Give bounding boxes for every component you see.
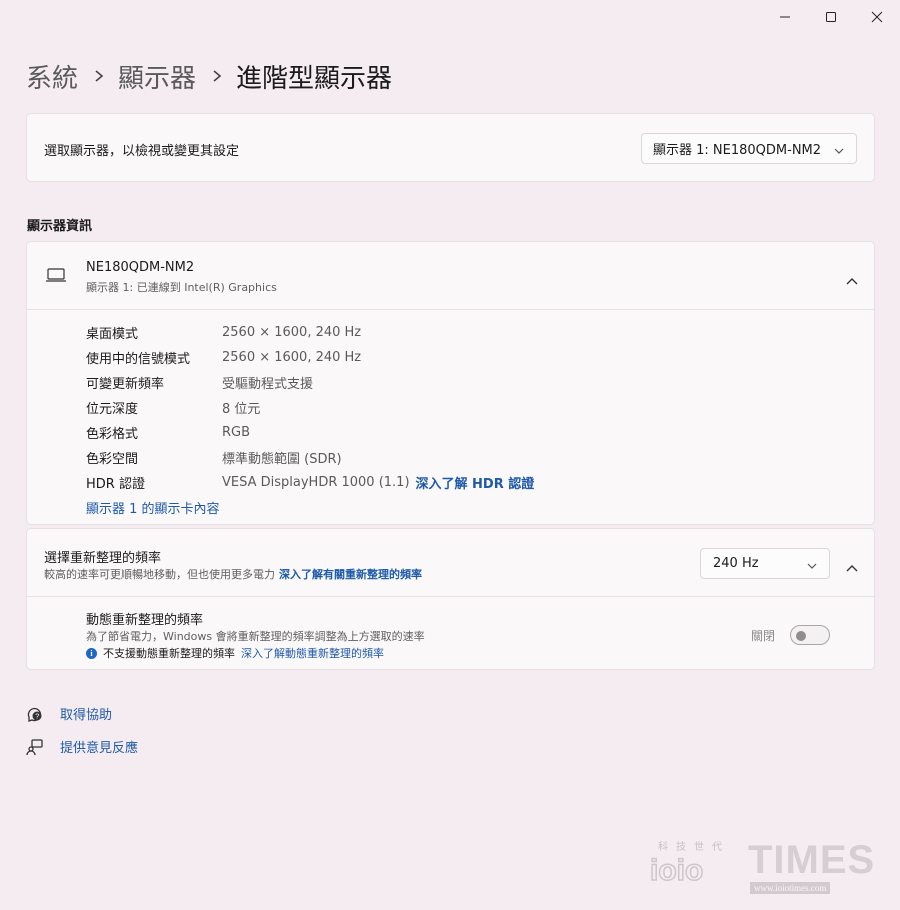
info-row: HDR 認證 VESA DisplayHDR 1000 (1.1) 深入了解 H… bbox=[86, 470, 534, 495]
info-key: 色彩格式 bbox=[86, 427, 139, 442]
info-value: 2560 × 1600, 240 Hz bbox=[222, 350, 362, 365]
info-key: HDR 認證 bbox=[86, 477, 145, 492]
refresh-rate-description-text: 較高的速率可更順暢地移動，但也使用更多電力 bbox=[44, 568, 275, 581]
breadcrumb-system[interactable]: 系統 bbox=[26, 58, 78, 95]
display-info-card: NE180QDM-NM2 顯示器 1: 已連線到 Intel(R) Graphi… bbox=[26, 241, 875, 525]
info-row: 位元深度 8 位元 bbox=[86, 395, 534, 420]
dynamic-refresh-learn-link[interactable]: 深入了解動態重新整理的頻率 bbox=[241, 645, 384, 661]
info-value: 受驅動程式支援 bbox=[222, 377, 314, 392]
minimize-button[interactable] bbox=[762, 0, 808, 34]
info-row: 使用中的信號模式 2560 × 1600, 240 Hz bbox=[86, 345, 534, 370]
refresh-rate-dropdown[interactable]: 240 Hz bbox=[700, 548, 830, 579]
display-info-table: 桌面模式 2560 × 1600, 240 Hz 使用中的信號模式 2560 ×… bbox=[86, 320, 534, 495]
dynamic-refresh-toggle-label: 關閉 bbox=[751, 629, 776, 643]
display-name: NE180QDM-NM2 bbox=[86, 260, 195, 275]
info-icon: i bbox=[86, 647, 97, 659]
refresh-rate-learn-link[interactable]: 深入了解有關重新整理的頻率 bbox=[279, 568, 422, 581]
display-dropdown[interactable]: 顯示器 1: NE180QDM-NM2 bbox=[641, 133, 857, 164]
chevron-right-icon bbox=[94, 69, 104, 83]
info-key: 使用中的信號模式 bbox=[86, 352, 191, 367]
watermark-top-text: 科技世代 bbox=[658, 842, 730, 853]
info-value: 2560 × 1600, 240 Hz bbox=[222, 325, 362, 340]
help-icon: ? bbox=[26, 705, 44, 723]
info-key: 桌面模式 bbox=[86, 327, 139, 342]
maximize-button[interactable] bbox=[808, 0, 854, 34]
display-select-card: 選取顯示器，以檢視或變更其設定 顯示器 1: NE180QDM-NM2 bbox=[26, 113, 875, 182]
window-controls bbox=[762, 0, 900, 34]
maximize-icon bbox=[826, 12, 836, 22]
section-title-display-info: 顯示器資訊 bbox=[27, 219, 93, 234]
info-row: 色彩格式 RGB bbox=[86, 420, 534, 445]
dynamic-refresh-note: i 不支援動態重新整理的頻率 深入了解動態重新整理的頻率 bbox=[86, 645, 384, 661]
refresh-rate-title: 選擇重新整理的頻率 bbox=[44, 551, 162, 566]
refresh-rate-header: 選擇重新整理的頻率 較高的速率可更順暢地移動，但也使用更多電力 深入了解有關重新整… bbox=[27, 529, 874, 597]
info-value: RGB bbox=[222, 425, 251, 440]
chevron-up-icon[interactable] bbox=[846, 270, 858, 289]
laptop-icon bbox=[45, 267, 67, 287]
adapter-properties-link[interactable]: 顯示器 1 的顯示卡內容 bbox=[86, 498, 220, 517]
give-feedback-link[interactable]: 提供意見反應 bbox=[26, 737, 138, 756]
chevron-right-icon bbox=[212, 69, 222, 83]
feedback-icon bbox=[26, 738, 44, 756]
svg-text:?: ? bbox=[35, 713, 39, 720]
dynamic-refresh-description: 為了節省電力，Windows 會將重新整理的頻率調整為上方選取的速率 bbox=[86, 630, 425, 643]
close-button[interactable] bbox=[854, 0, 900, 34]
chevron-up-icon[interactable] bbox=[846, 557, 858, 576]
minimize-icon bbox=[780, 16, 790, 18]
info-row: 可變更新頻率 受驅動程式支援 bbox=[86, 370, 534, 395]
get-help-label: 取得協助 bbox=[60, 708, 113, 723]
page-title: 進階型顯示器 bbox=[236, 63, 393, 94]
info-key: 位元深度 bbox=[86, 402, 139, 417]
display-info-header[interactable]: NE180QDM-NM2 顯示器 1: 已連線到 Intel(R) Graphi… bbox=[27, 242, 874, 310]
close-icon bbox=[871, 11, 883, 23]
chevron-down-icon bbox=[807, 559, 817, 574]
toggle-knob bbox=[796, 631, 806, 641]
dynamic-refresh-title: 動態重新整理的頻率 bbox=[86, 613, 204, 628]
hdr-learn-more-link[interactable]: 深入了解 HDR 認證 bbox=[416, 473, 535, 492]
info-value: VESA DisplayHDR 1000 (1.1) bbox=[222, 475, 410, 490]
info-row: 色彩空間 標準動態範圍 (SDR) bbox=[86, 445, 534, 470]
info-value: 標準動態範圍 (SDR) bbox=[222, 452, 342, 467]
chevron-down-icon bbox=[834, 144, 844, 159]
watermark-brand-right: TIMES bbox=[748, 838, 876, 882]
get-help-link[interactable]: ? 取得協助 bbox=[26, 704, 112, 723]
dynamic-refresh-note-text: 不支援動態重新整理的頻率 bbox=[103, 647, 235, 660]
give-feedback-label: 提供意見反應 bbox=[60, 741, 139, 756]
refresh-rate-value: 240 Hz bbox=[713, 556, 759, 571]
display-select-label: 選取顯示器，以檢視或變更其設定 bbox=[44, 144, 240, 159]
refresh-rate-card: 選擇重新整理的頻率 較高的速率可更順暢地移動，但也使用更多電力 深入了解有關重新整… bbox=[26, 528, 875, 670]
refresh-rate-description: 較高的速率可更順暢地移動，但也使用更多電力 深入了解有關重新整理的頻率 bbox=[44, 566, 422, 582]
info-key: 色彩空間 bbox=[86, 452, 139, 467]
info-key: 可變更新頻率 bbox=[86, 377, 165, 392]
watermark-logo: 科技世代 ioio TIMES www.ioiotimes.com bbox=[649, 838, 880, 898]
display-connection: 顯示器 1: 已連線到 Intel(R) Graphics bbox=[86, 281, 277, 294]
watermark-brand-left: ioio bbox=[649, 853, 704, 888]
display-dropdown-value: 顯示器 1: NE180QDM-NM2 bbox=[653, 143, 822, 158]
dynamic-refresh-toggle[interactable] bbox=[790, 625, 830, 645]
info-value: 8 位元 bbox=[222, 402, 261, 417]
info-row: 桌面模式 2560 × 1600, 240 Hz bbox=[86, 320, 534, 345]
breadcrumb-display[interactable]: 顯示器 bbox=[118, 58, 196, 95]
watermark-url: www.ioiotimes.com bbox=[750, 882, 831, 894]
breadcrumb: 系統 顯示器 進階型顯示器 bbox=[26, 56, 392, 96]
